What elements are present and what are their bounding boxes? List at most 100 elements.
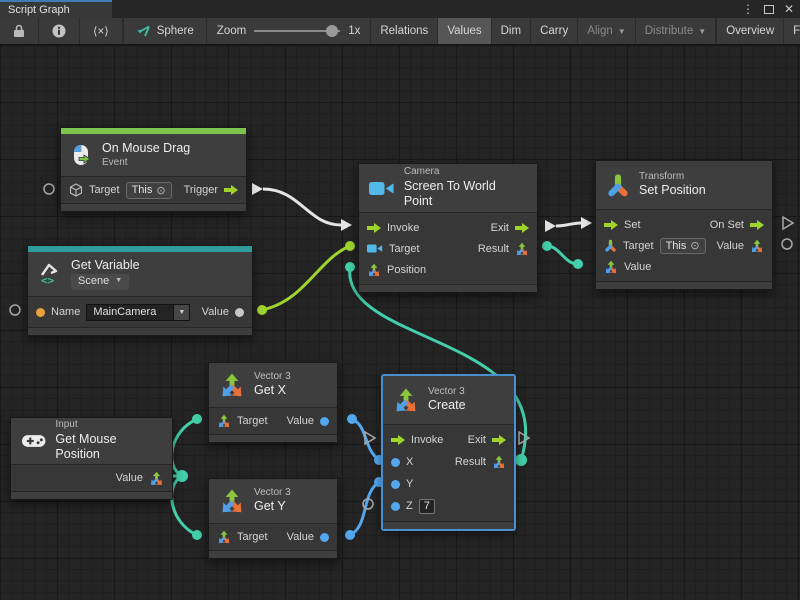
port-invoke-in[interactable] bbox=[341, 219, 352, 231]
port-exit-out[interactable] bbox=[545, 220, 556, 232]
vector3-icon bbox=[219, 372, 245, 398]
port-getx-value-out[interactable] bbox=[347, 414, 357, 424]
maximize-icon[interactable] bbox=[764, 5, 774, 14]
code-view-button[interactable]: ⟨×⟩ bbox=[80, 18, 123, 44]
node-title: Get X bbox=[254, 383, 291, 399]
node-title: On Mouse Drag bbox=[102, 141, 190, 157]
flow-arrow-icon bbox=[224, 185, 238, 195]
more-menu-icon[interactable]: ⋮ bbox=[742, 3, 754, 15]
port-camera-target-in[interactable] bbox=[345, 241, 355, 251]
port-getx-target-in[interactable] bbox=[192, 414, 202, 424]
node-get-y[interactable]: Vector 3 Get Y Target Value bbox=[208, 478, 338, 559]
port-label-set: Set bbox=[624, 219, 641, 231]
lock-icon bbox=[13, 24, 25, 38]
vector3-icon bbox=[393, 387, 419, 413]
node-title: Get Mouse Position bbox=[55, 432, 162, 463]
port-set-in[interactable] bbox=[581, 217, 592, 229]
svg-text:<>: <> bbox=[41, 274, 55, 286]
port-name-in[interactable] bbox=[36, 308, 45, 317]
port-z-in[interactable] bbox=[391, 502, 400, 511]
gameobject-icon bbox=[69, 183, 83, 197]
zoom-slider-handle[interactable] bbox=[326, 25, 338, 37]
port-label-target: Target bbox=[623, 240, 654, 252]
target-field[interactable]: This ⊙ bbox=[660, 238, 706, 254]
node-get-x[interactable]: Vector 3 Get X Target Value bbox=[208, 362, 338, 443]
port-x-in[interactable] bbox=[391, 458, 400, 467]
chevron-down-icon: ▼ bbox=[618, 27, 626, 36]
close-icon[interactable]: ✕ bbox=[784, 3, 794, 15]
port-label-trigger: Trigger bbox=[184, 184, 218, 196]
node-get-variable[interactable]: <> Get Variable Scene ▼ Name MainCamera bbox=[27, 245, 253, 336]
relations-button[interactable]: Relations bbox=[371, 18, 438, 44]
graph-name: Sphere bbox=[157, 25, 194, 37]
fullscreen-button[interactable]: Full Screen bbox=[784, 18, 800, 44]
port-mouse-value-out[interactable] bbox=[176, 470, 188, 482]
port-label-target: Target bbox=[237, 415, 268, 427]
port-variable-name-in[interactable] bbox=[10, 305, 20, 315]
port-event-target-in[interactable] bbox=[44, 184, 54, 194]
port-transform-onset-out[interactable] bbox=[783, 217, 793, 229]
port-label-exit: Exit bbox=[491, 222, 509, 234]
variable-scope-dropdown[interactable]: Scene ▼ bbox=[71, 274, 129, 290]
vector3-icon bbox=[149, 471, 164, 486]
port-transform-value-in[interactable] bbox=[573, 259, 583, 269]
node-title: Screen To World Point bbox=[404, 179, 527, 210]
lock-button[interactable] bbox=[0, 18, 39, 44]
transform-icon bbox=[606, 173, 630, 197]
node-category: Vector 3 bbox=[254, 487, 291, 500]
port-label-exit: Exit bbox=[468, 434, 486, 446]
port-label-value: Value bbox=[202, 306, 229, 318]
wire-variable-to-target bbox=[262, 246, 350, 310]
port-value-out[interactable] bbox=[320, 533, 329, 542]
node-set-position[interactable]: Transform Set Position Set On Set Target bbox=[595, 160, 773, 290]
port-label-value-in: Value bbox=[624, 261, 651, 273]
camera-icon bbox=[369, 180, 395, 197]
node-get-mouse-position[interactable]: Input Get Mouse Position Value bbox=[10, 417, 173, 500]
port-transform-valueout[interactable] bbox=[782, 239, 792, 249]
port-gety-target-in[interactable] bbox=[192, 530, 202, 540]
z-value-field[interactable]: 7 bbox=[419, 499, 435, 514]
object-picker-icon[interactable]: ⊙ bbox=[156, 184, 165, 197]
object-picker-icon[interactable]: ⊙ bbox=[690, 239, 699, 252]
node-category: Vector 3 bbox=[428, 386, 466, 399]
carry-button[interactable]: Carry bbox=[531, 18, 578, 44]
variable-name-dropdown[interactable]: MainCamera ▼ bbox=[86, 304, 190, 321]
chevron-down-icon: ▼ bbox=[174, 304, 190, 321]
overview-button[interactable]: Overview bbox=[717, 18, 784, 44]
distribute-dropdown[interactable]: Distribute ▼ bbox=[636, 18, 717, 44]
info-button[interactable] bbox=[39, 18, 80, 44]
align-dropdown[interactable]: Align ▼ bbox=[578, 18, 636, 44]
port-label-name: Name bbox=[51, 306, 80, 318]
port-gety-value-out[interactable] bbox=[345, 530, 355, 540]
chevron-down-icon: ▼ bbox=[115, 277, 122, 286]
port-camera-result-out[interactable] bbox=[542, 241, 552, 251]
port-create-result-out[interactable] bbox=[515, 454, 527, 466]
node-title: Get Y bbox=[254, 499, 291, 515]
graph-icon bbox=[136, 24, 151, 38]
port-value-out[interactable] bbox=[235, 308, 244, 317]
tab-script-graph[interactable]: Script Graph bbox=[0, 0, 112, 18]
vector3-icon bbox=[367, 263, 381, 277]
port-value-out[interactable] bbox=[320, 417, 329, 426]
node-vector3-create[interactable]: Vector 3 Create Invoke Exit X bbox=[382, 375, 515, 530]
info-icon bbox=[52, 24, 66, 38]
code-icon: ⟨×⟩ bbox=[93, 24, 109, 38]
port-label-target: Target bbox=[237, 531, 268, 543]
graph-canvas[interactable]: On Mouse Drag Event Target This ⊙ Trigge… bbox=[0, 45, 800, 600]
dim-button[interactable]: Dim bbox=[492, 18, 531, 44]
node-on-mouse-drag[interactable]: On Mouse Drag Event Target This ⊙ Trigge… bbox=[60, 127, 247, 212]
graph-breadcrumb[interactable]: Sphere bbox=[124, 18, 207, 44]
port-camera-position-in[interactable] bbox=[345, 262, 355, 272]
node-screen-to-world-point[interactable]: Camera Screen To World Point Invoke Exit… bbox=[358, 163, 538, 293]
port-trigger-out[interactable] bbox=[252, 183, 263, 195]
vector3-icon bbox=[219, 488, 245, 514]
target-field[interactable]: This ⊙ bbox=[126, 182, 172, 199]
port-variable-value-out[interactable] bbox=[257, 305, 267, 315]
vector3-icon bbox=[217, 414, 231, 428]
values-button[interactable]: Values bbox=[438, 18, 491, 44]
zoom-slider[interactable] bbox=[254, 25, 340, 37]
port-label-invoke: Invoke bbox=[411, 434, 443, 446]
flow-arrow-icon bbox=[391, 435, 405, 445]
port-label-value: Value bbox=[287, 531, 314, 543]
port-y-in[interactable] bbox=[391, 480, 400, 489]
